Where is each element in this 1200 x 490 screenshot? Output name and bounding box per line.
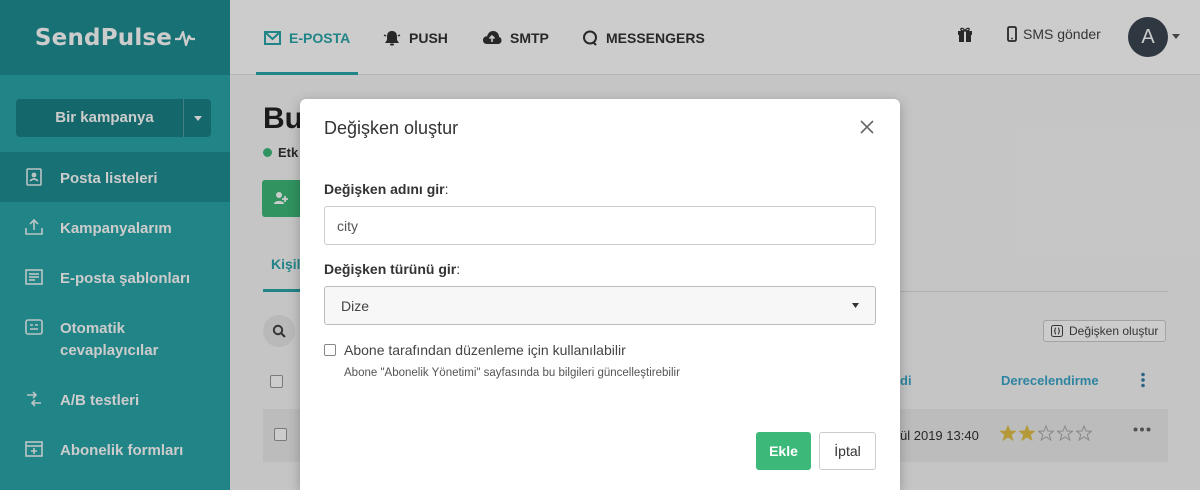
variable-type-label-text: Değişken türünü gir xyxy=(324,261,457,277)
label-suffix: : xyxy=(444,181,449,197)
cancel-button[interactable]: İptal xyxy=(819,432,876,470)
variable-name-label-text: Değişken adını gir xyxy=(324,181,445,197)
label-suffix: : xyxy=(456,261,461,277)
create-variable-dialog: Değişken oluştur Değişken adını gir: Değ… xyxy=(300,99,900,490)
close-icon[interactable] xyxy=(859,119,875,135)
dialog-title: Değişken oluştur xyxy=(324,118,459,138)
subscriber-editable-hint: Abone "Abonelik Yönetimi" sayfasında bu … xyxy=(344,367,680,379)
subscriber-editable-checkbox[interactable] xyxy=(324,344,336,356)
subscriber-editable-option[interactable]: Abone tarafından düzenleme için kullanıl… xyxy=(324,342,626,358)
variable-name-label: Değişken adını gir: xyxy=(324,181,448,197)
caret-down-icon xyxy=(852,303,859,308)
variable-type-select[interactable]: Dize xyxy=(324,286,876,325)
add-button[interactable]: Ekle xyxy=(756,432,811,470)
variable-type-label: Değişken türünü gir: xyxy=(324,261,460,277)
selected-type: Dize xyxy=(341,297,370,314)
subscriber-editable-label: Abone tarafından düzenleme için kullanıl… xyxy=(344,342,626,358)
variable-name-input[interactable] xyxy=(324,206,876,245)
